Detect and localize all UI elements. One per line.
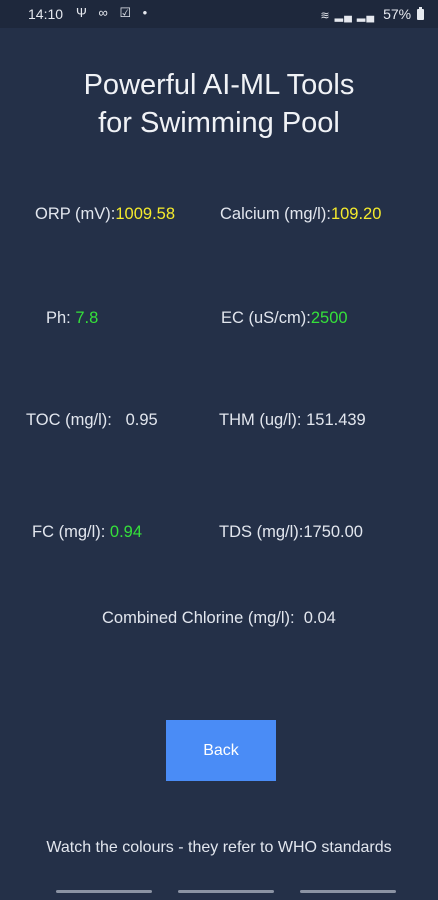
title-line-2: for Swimming Pool bbox=[98, 107, 340, 139]
metric-ph-label: Ph: bbox=[46, 309, 76, 327]
metric-ph: Ph: 7.8 bbox=[46, 309, 98, 328]
metric-thm-value: 151.439 bbox=[306, 411, 366, 429]
battery-icon bbox=[417, 7, 424, 20]
metric-toc-label: TOC (mg/l): bbox=[26, 411, 126, 429]
who-standards-note: Watch the colours - they refer to WHO st… bbox=[46, 839, 392, 856]
metric-combined-chlorine-label: Combined Chlorine (mg/l): bbox=[102, 609, 304, 627]
status-right: ≋ ▂▄ ▂▄ 57% bbox=[320, 6, 424, 22]
metric-fc: FC (mg/l): 0.94 bbox=[32, 523, 142, 542]
battery-percent: 57% bbox=[383, 6, 412, 22]
metric-ec-value: 2500 bbox=[310, 309, 348, 327]
metric-tds-value: 1750.00 bbox=[303, 523, 363, 541]
metric-calcium-value: 109.20 bbox=[330, 205, 382, 223]
status-bar: 14:10 Ψ ∞ ☑ • ≋ ▂▄ ▂▄ 57% bbox=[0, 0, 438, 28]
metric-toc-value: 0.95 bbox=[125, 411, 158, 429]
metric-toc: TOC (mg/l): 0.95 bbox=[26, 411, 158, 430]
metric-combined-chlorine: Combined Chlorine (mg/l): 0.04 bbox=[102, 609, 336, 628]
nav-back-handle[interactable] bbox=[300, 890, 396, 893]
notification-icons: Ψ ∞ ☑ • bbox=[76, 5, 152, 20]
nav-recents-handle[interactable] bbox=[56, 890, 152, 893]
metric-tds-label: TDS (mg/l): bbox=[219, 523, 304, 541]
nav-home-handle[interactable] bbox=[178, 890, 274, 893]
metric-thm: THM (ug/l): 151.439 bbox=[219, 411, 366, 430]
metric-orp-value: 1009.58 bbox=[115, 205, 176, 223]
back-button[interactable]: Back bbox=[166, 720, 276, 781]
metric-orp: ORP (mV):1009.58 bbox=[35, 205, 175, 224]
metric-fc-value: 0.94 bbox=[109, 523, 143, 541]
metric-combined-chlorine-value: 0.04 bbox=[303, 609, 336, 627]
status-time: 14:10 bbox=[28, 6, 64, 22]
metric-ec-label: EC (uS/cm): bbox=[221, 309, 311, 327]
metric-ec: EC (uS/cm):2500 bbox=[221, 309, 348, 328]
metric-thm-label: THM (ug/l): bbox=[219, 411, 307, 429]
system-nav-bar bbox=[0, 884, 438, 900]
metric-ph-value: 7.8 bbox=[75, 309, 99, 327]
metric-calcium: Calcium (mg/l):109.20 bbox=[220, 205, 381, 224]
metric-orp-label: ORP (mV): bbox=[35, 205, 116, 223]
signal-icon: ≋ ▂▄ ▂▄ bbox=[320, 10, 376, 22]
page-title: Powerful AI-ML Tools for Swimming Pool bbox=[0, 66, 438, 142]
title-line-1: Powerful AI-ML Tools bbox=[83, 69, 355, 101]
metric-fc-label: FC (mg/l): bbox=[32, 523, 110, 541]
metric-calcium-label: Calcium (mg/l): bbox=[220, 205, 331, 223]
metric-tds: TDS (mg/l):1750.00 bbox=[219, 523, 363, 542]
